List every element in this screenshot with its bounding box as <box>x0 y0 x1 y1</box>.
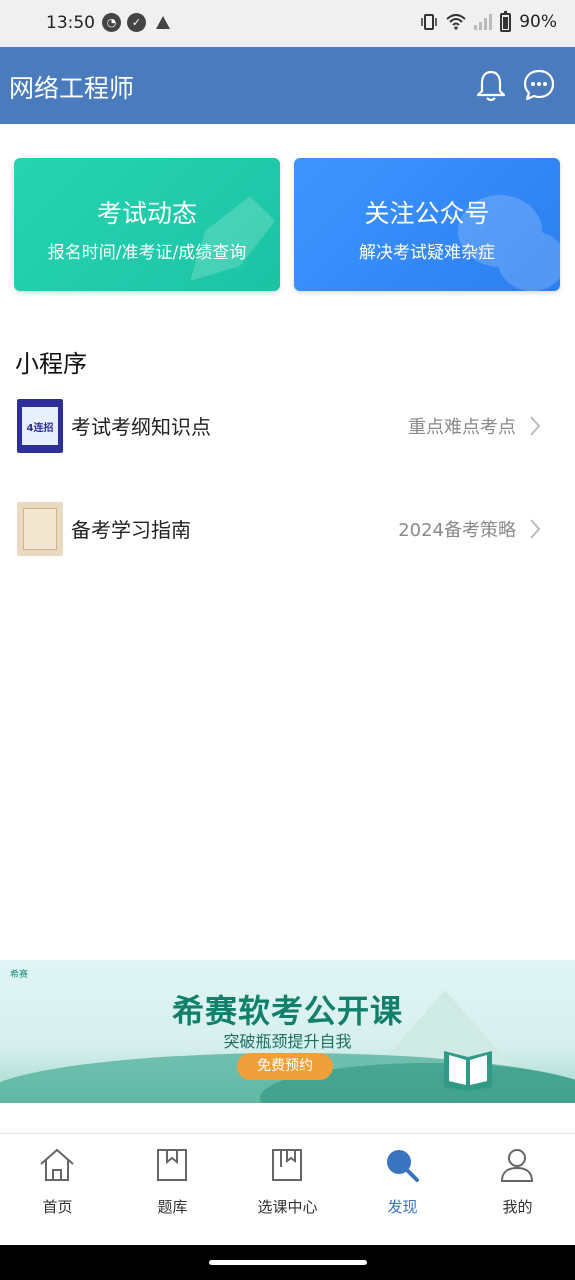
app-header: 网络工程师 <box>0 47 575 124</box>
chevron-right-icon <box>530 416 541 436</box>
battery-icon <box>500 10 512 32</box>
bottom-navigation: 首页 题库 选课中心 发现 我的 <box>0 1133 575 1245</box>
mini-program-thumbnail: 4连招 <box>17 399 63 453</box>
follow-account-card[interactable]: 关注公众号 解决考试疑难杂症 <box>294 158 560 291</box>
mini-program-name: 考试考纲知识点 <box>71 415 211 439</box>
nav-label: 我的 <box>502 1198 533 1216</box>
book-icon <box>444 1051 492 1091</box>
reserve-button[interactable]: 免费预约 <box>237 1053 333 1080</box>
card-title: 考试动态 <box>96 199 197 228</box>
card-title: 关注公众号 <box>364 199 490 228</box>
question-bank-icon <box>157 1149 187 1181</box>
profile-icon <box>500 1149 534 1182</box>
nav-label: 首页 <box>42 1198 73 1216</box>
banner-logo: 希赛 <box>10 970 29 980</box>
exam-news-card[interactable]: 考试动态 报名时间/准考证/成绩查询 <box>14 158 280 291</box>
banner-title: 希赛软考公开课 <box>171 992 403 1030</box>
search-icon <box>387 1150 419 1182</box>
status-time: 13:50 <box>46 13 95 33</box>
status-bar: 13:50 ◔ ✓ 90% <box>0 0 575 47</box>
system-icons: 90% <box>420 10 557 32</box>
battery-percent: 90% <box>519 12 557 32</box>
mini-program-name: 备考学习指南 <box>71 518 191 542</box>
page-title: 网络工程师 <box>9 74 135 103</box>
section-title: 小程序 <box>15 350 87 378</box>
mini-program-tag: 2024备考策略 <box>398 520 516 541</box>
nav-label: 发现 <box>387 1198 418 1216</box>
nav-course-center[interactable]: 选课中心 <box>230 1134 345 1246</box>
nav-discover[interactable]: 发现 <box>345 1134 460 1246</box>
chevron-right-icon <box>530 519 541 539</box>
thumbnail-text: 4连招 <box>22 407 58 445</box>
mini-program-item-guide[interactable]: 备考学习指南 2024备考策略 <box>0 500 575 560</box>
card-subtitle: 解决考试疑难杂症 <box>359 243 495 263</box>
wifi-icon <box>446 14 466 30</box>
vibrate-icon <box>421 14 437 30</box>
bell-icon[interactable] <box>475 69 507 103</box>
system-navigation-bar <box>0 1245 575 1280</box>
signal-icon <box>474 14 493 30</box>
card-subtitle: 报名时间/准考证/成绩查询 <box>47 243 247 263</box>
notification-icons: ◔ ✓ <box>102 13 170 32</box>
home-icon <box>40 1148 74 1181</box>
nav-home[interactable]: 首页 <box>0 1134 115 1246</box>
check-icon: ✓ <box>127 13 146 32</box>
warning-icon <box>156 16 170 29</box>
mini-program-item-syllabus[interactable]: 4连招 考试考纲知识点 重点难点考点 <box>0 397 575 457</box>
nav-question-bank[interactable]: 题库 <box>115 1134 230 1246</box>
mini-program-tag: 重点难点考点 <box>408 417 516 438</box>
speed-icon: ◔ <box>102 13 121 32</box>
app-screen: 13:50 ◔ ✓ 90% 网络工程师 考试动态 报名时间/准考证/成绩查询 关… <box>0 0 575 1280</box>
chat-icon[interactable] <box>522 68 556 102</box>
nav-label: 题库 <box>157 1198 188 1216</box>
home-gesture-handle[interactable] <box>209 1260 367 1265</box>
course-center-icon <box>272 1149 302 1181</box>
nav-label: 选课中心 <box>257 1198 318 1216</box>
nav-profile[interactable]: 我的 <box>460 1134 575 1246</box>
mini-program-thumbnail <box>17 502 63 556</box>
